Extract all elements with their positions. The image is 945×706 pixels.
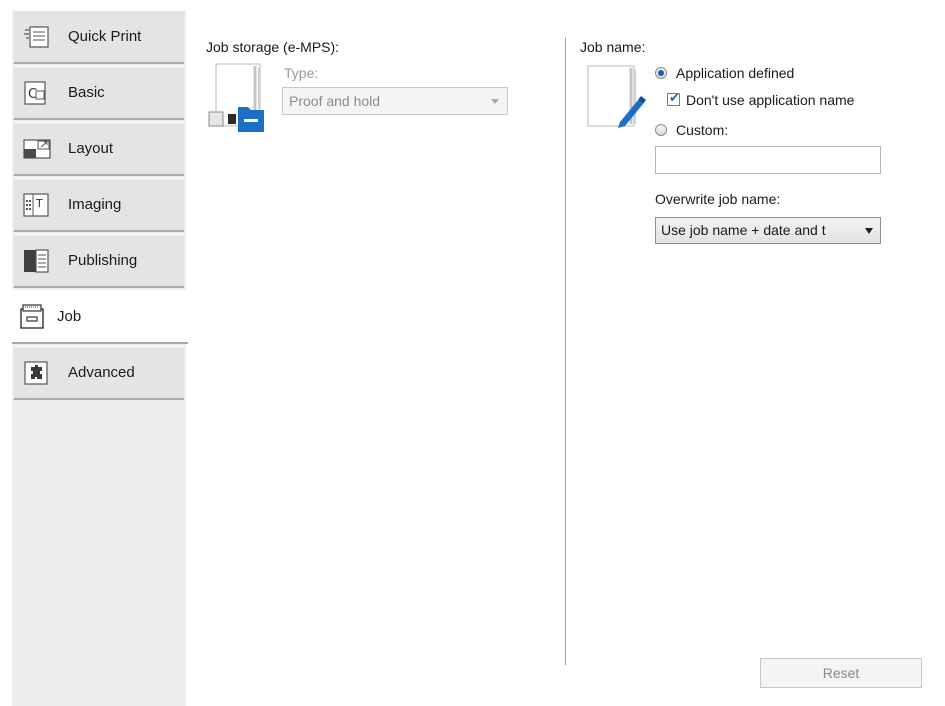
storage-type-value: Proof and hold [289,93,381,109]
tab-job[interactable]: Job [12,290,188,344]
reset-button[interactable]: Reset [760,658,922,688]
overwrite-job-name-select[interactable]: Use job name + date and t [655,217,881,244]
tab-quick-print[interactable]: Quick Print [14,10,184,64]
tab-publishing[interactable]: Publishing [14,234,184,288]
overwrite-job-name-value: Use job name + date and t [661,222,826,238]
tab-advanced[interactable]: Advanced [14,346,184,400]
sidebar: Quick Print C Basic Layout T Imaging Pub… [12,10,188,706]
basic-icon: C [22,80,52,106]
tab-label: Imaging [68,196,122,213]
tab-basic[interactable]: C Basic [14,66,184,120]
tab-label: Quick Print [68,28,142,45]
tab-label: Publishing [68,252,138,269]
tab-layout[interactable]: Layout [14,122,184,176]
job-name-illustration-icon [586,64,646,128]
application-defined-label[interactable]: Application defined [676,65,794,81]
application-defined-radio[interactable] [655,67,667,79]
custom-job-name-input[interactable] [655,146,881,174]
chevron-down-icon [491,99,499,104]
job-panel: Job storage (e-MPS): Type: Proof and hol… [186,10,945,706]
tab-label: Layout [68,140,114,157]
overwrite-job-name-label: Overwrite job name: [655,191,781,207]
custom-label[interactable]: Custom: [676,122,728,138]
checkmark-icon: ✔ [669,91,680,106]
imaging-icon: T [22,192,52,218]
svg-text:T: T [35,197,43,210]
type-label: Type: [284,65,319,81]
chevron-down-icon [865,228,873,234]
tab-label: Job [57,308,82,325]
storage-type-select[interactable]: Proof and hold [282,87,508,115]
job-icon [18,304,48,330]
advanced-icon [22,360,52,386]
layout-icon [22,136,52,162]
section-divider [565,38,566,665]
job-name-label: Job name: [580,39,646,55]
tab-imaging[interactable]: T Imaging [14,178,184,232]
tab-label: Basic [68,84,105,101]
job-storage-label: Job storage (e-MPS): [206,39,340,55]
quick-print-icon [22,24,52,50]
custom-radio[interactable] [655,124,667,136]
dont-use-app-name-checkbox[interactable]: ✔ [667,91,680,106]
dont-use-app-name-label[interactable]: Don't use application name [686,92,854,108]
publishing-icon [22,248,52,274]
job-storage-illustration-icon [208,62,272,134]
tab-label: Advanced [68,364,135,381]
